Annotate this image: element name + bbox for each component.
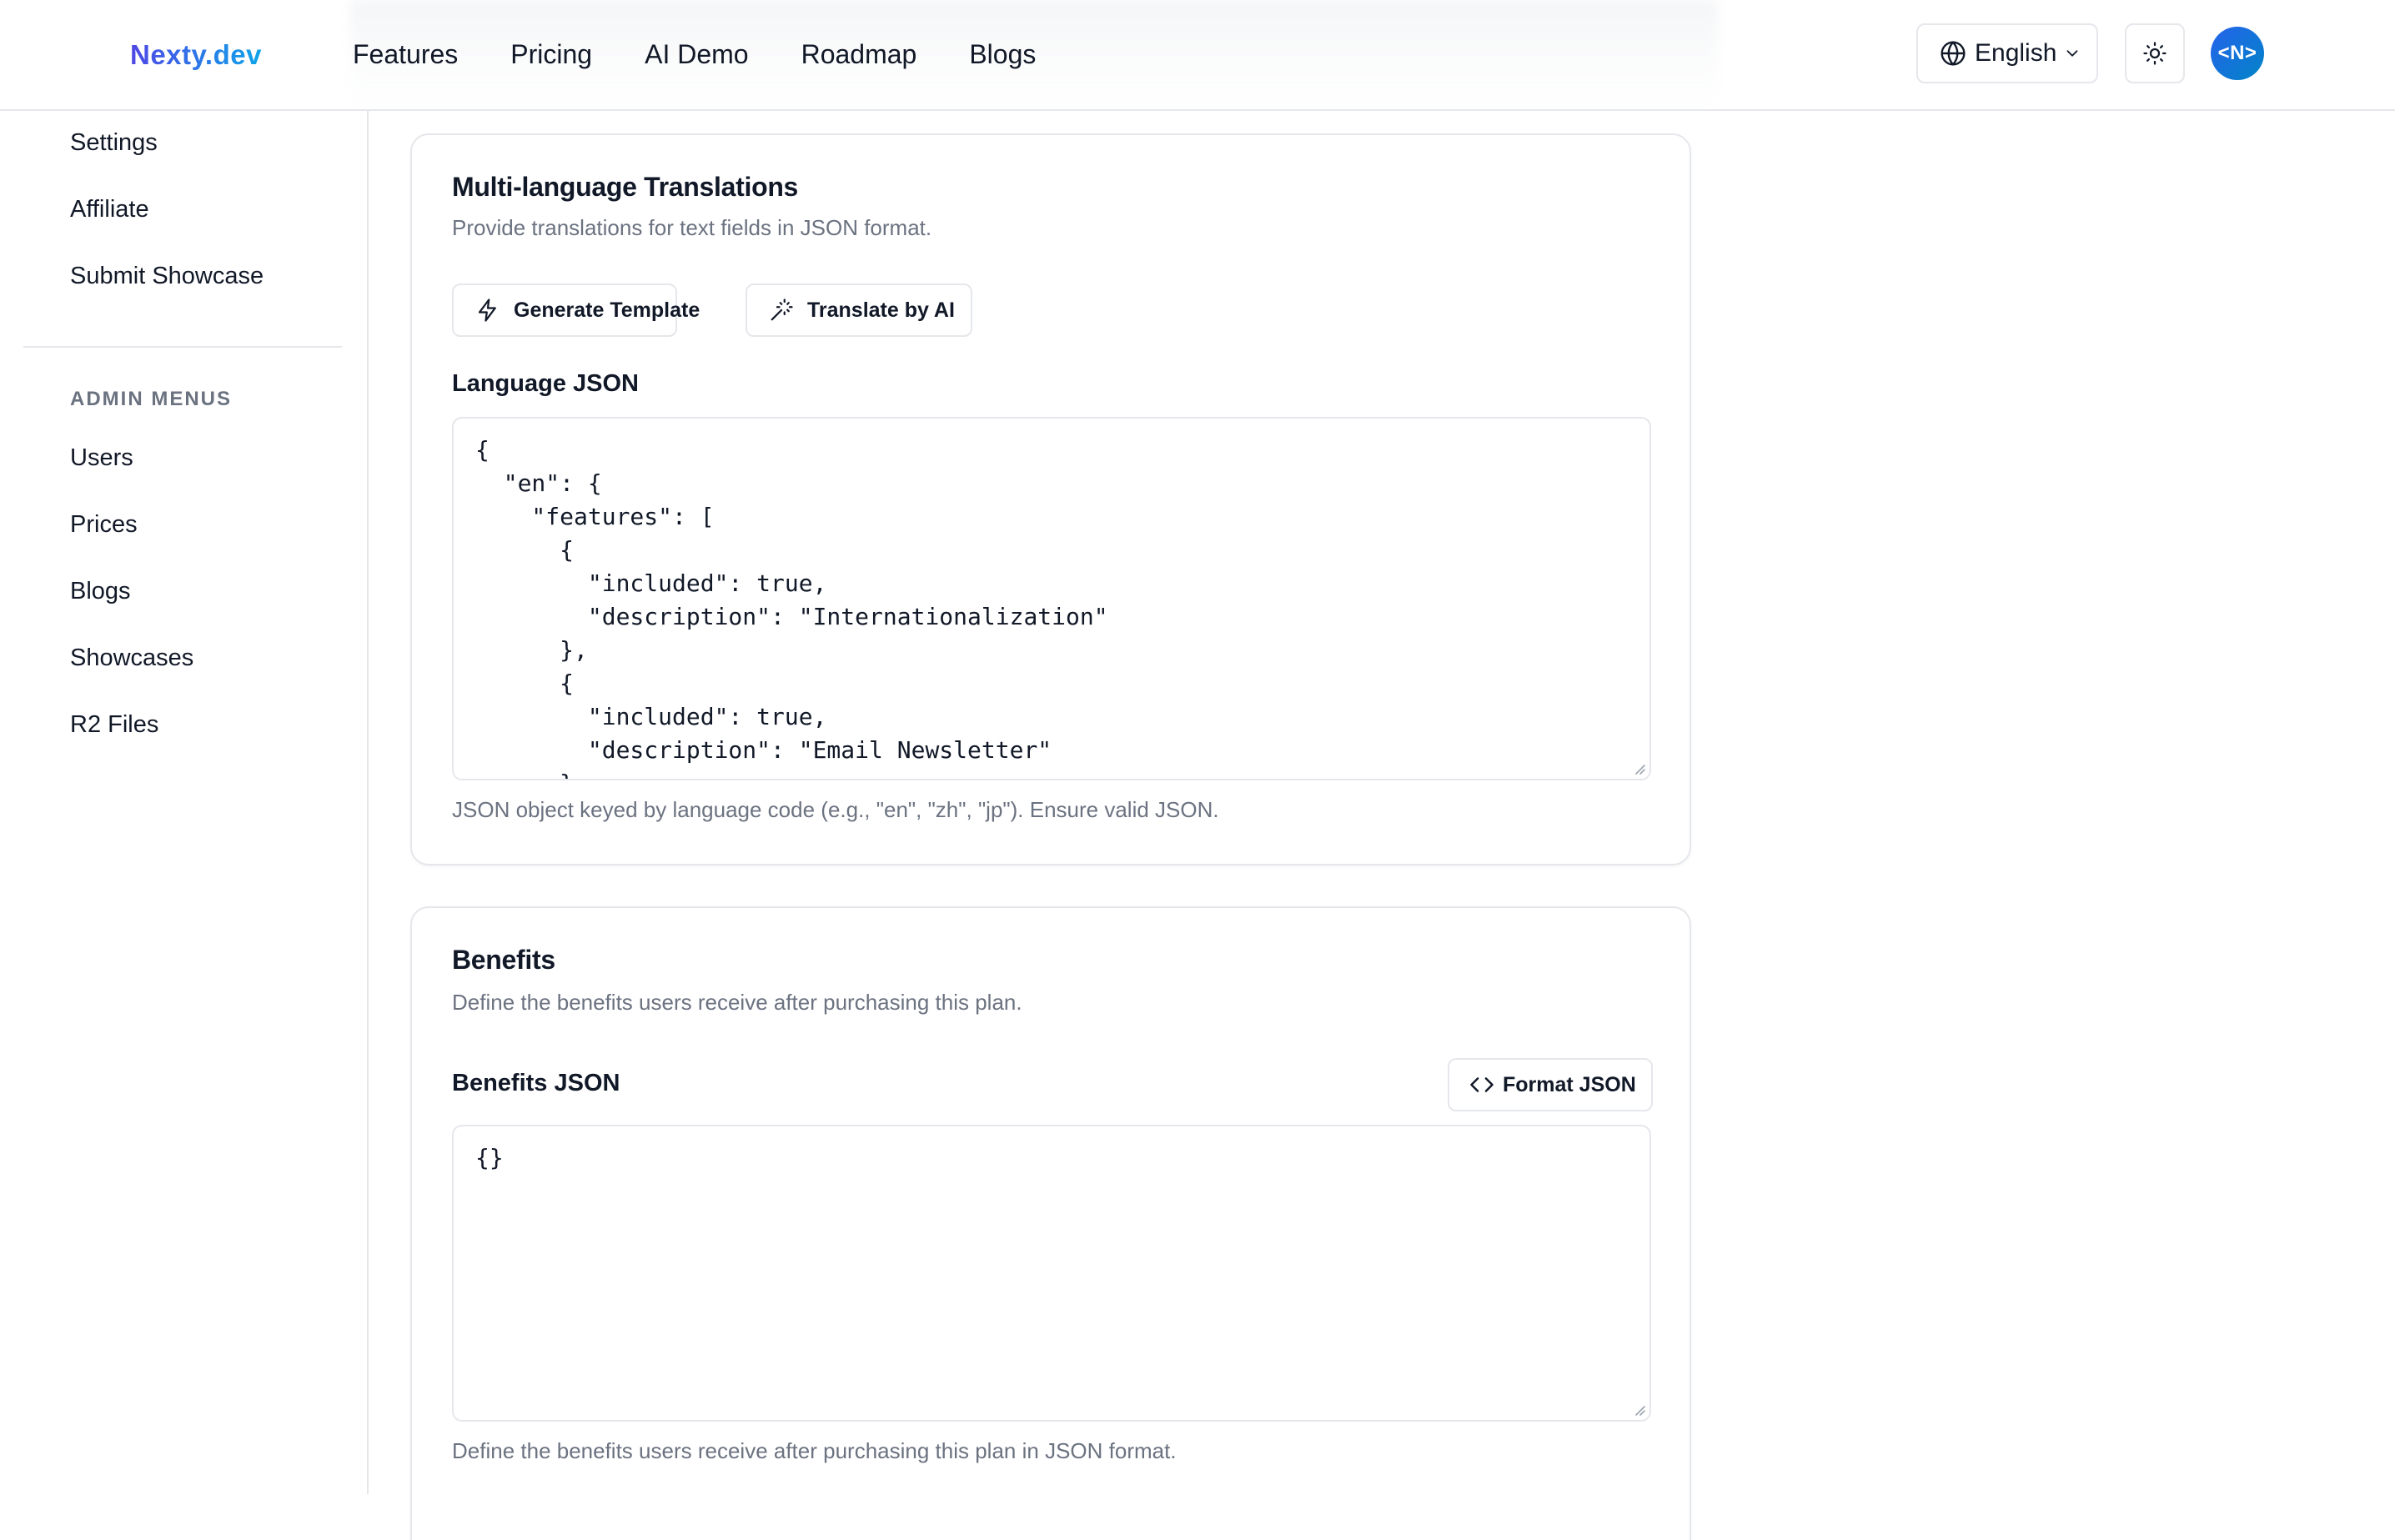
site-logo[interactable]: Nexty.dev	[130, 37, 262, 73]
benefits-json-help: Define the benefits users receive after …	[452, 1438, 1177, 1463]
generate-template-label: Generate Template	[514, 298, 700, 322]
benefits-json-value: {}	[475, 1144, 504, 1171]
language-label: English	[1975, 39, 2057, 67]
format-json-button[interactable]: Format JSON	[1448, 1058, 1653, 1111]
magic-wand-icon	[771, 298, 793, 321]
admin-menus-heading: ADMIN MENUS	[70, 388, 232, 410]
sidebar-item-r2-files[interactable]: R2 Files	[70, 708, 158, 741]
generate-template-button[interactable]: Generate Template	[452, 283, 700, 337]
nav-ai-demo[interactable]: AI Demo	[645, 35, 748, 73]
language-json-value: { "en": { "features": [ { "included": tr…	[475, 436, 1108, 779]
benefits-title: Benefits	[452, 945, 555, 975]
sidebar-item-affiliate[interactable]: Affiliate	[70, 193, 149, 226]
user-avatar[interactable]: <N>	[2211, 27, 2264, 80]
resize-grip-icon[interactable]	[1631, 1402, 1646, 1417]
sidebar-item-showcases[interactable]: Showcases	[70, 641, 193, 675]
translations-title: Multi-language Translations	[452, 172, 799, 202]
nav-blogs[interactable]: Blogs	[969, 35, 1036, 73]
sun-icon	[2143, 42, 2167, 65]
sidebar-item-submit-showcase[interactable]: Submit Showcase	[70, 259, 264, 293]
main-nav: Features Pricing AI Demo Roadmap Blogs	[353, 35, 1088, 73]
nav-pricing[interactable]: Pricing	[510, 35, 592, 73]
sidebar-item-blogs[interactable]: Blogs	[70, 574, 131, 608]
nav-features[interactable]: Features	[353, 35, 458, 73]
globe-icon	[1941, 41, 1966, 66]
theme-toggle-button[interactable]	[2125, 23, 2185, 83]
benefits-json-textarea[interactable]: {}	[452, 1125, 1651, 1422]
language-json-textarea[interactable]: { "en": { "features": [ { "included": tr…	[452, 417, 1651, 780]
nav-roadmap[interactable]: Roadmap	[801, 35, 917, 73]
sidebar-item-users[interactable]: Users	[70, 441, 133, 474]
sidebar: Settings Affiliate Submit Showcase ADMIN…	[0, 111, 369, 1494]
language-json-label: Language JSON	[452, 370, 639, 397]
language-json-help: JSON object keyed by language code (e.g.…	[452, 797, 1219, 822]
top-header: Nexty.dev Features Pricing AI Demo Roadm…	[0, 0, 2395, 111]
translate-by-ai-label: Translate by AI	[807, 298, 955, 322]
language-selector[interactable]: English	[1916, 23, 2098, 83]
translations-subtitle: Provide translations for text fields in …	[452, 215, 932, 240]
lightning-icon	[478, 298, 496, 322]
sidebar-item-settings[interactable]: Settings	[70, 126, 158, 159]
translate-by-ai-button[interactable]: Translate by AI	[746, 283, 972, 337]
benefits-json-label: Benefits JSON	[452, 1070, 620, 1096]
benefits-card: Benefits Define the benefits users recei…	[410, 906, 1691, 1540]
benefits-subtitle: Define the benefits users receive after …	[452, 990, 1022, 1015]
sidebar-divider	[23, 346, 342, 348]
translations-card: Multi-language Translations Provide tran…	[410, 133, 1691, 865]
resize-grip-icon[interactable]	[1631, 760, 1646, 775]
format-json-label: Format JSON	[1503, 1072, 1636, 1096]
sidebar-item-prices[interactable]: Prices	[70, 508, 138, 541]
code-icon	[1470, 1077, 1494, 1092]
chevron-down-icon	[2066, 50, 2078, 57]
